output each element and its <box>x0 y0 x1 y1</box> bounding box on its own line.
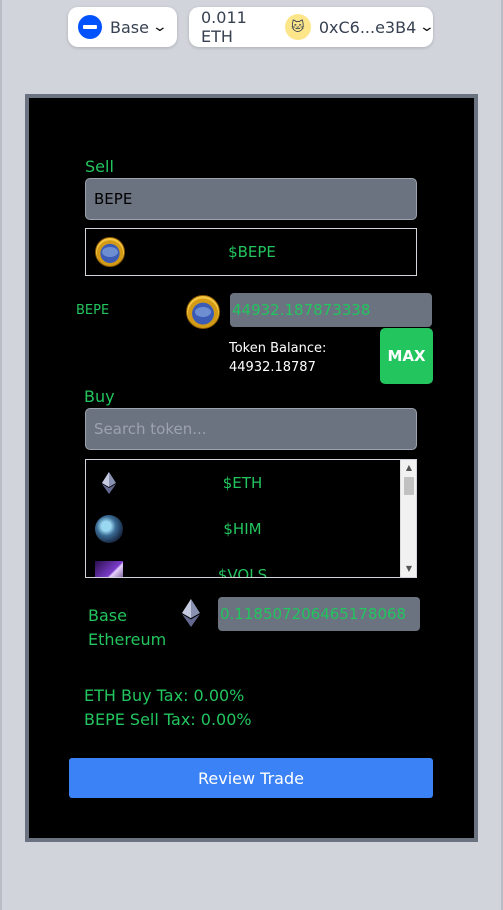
token-balance-label: Token Balance: <box>229 341 327 356</box>
wallet-button[interactable]: 0.011 ETH 🐱 0xC6...e3B4 ⌄ <box>189 7 436 47</box>
buy-label: Buy <box>84 387 115 406</box>
list-item[interactable]: $ETH <box>86 460 399 506</box>
token-symbol: $HIM <box>223 520 262 538</box>
sell-search-input[interactable]: BEPE <box>85 178 417 220</box>
list-item[interactable]: $VOLS <box>86 552 399 578</box>
max-button[interactable]: MAX <box>380 328 433 384</box>
token-symbol: $ETH <box>222 474 263 492</box>
chevron-down-icon: ⌄ <box>418 19 436 35</box>
ethereum-icon <box>182 599 200 627</box>
list-item[interactable]: $HIM <box>86 506 399 552</box>
chevron-down-icon: ⌄ <box>151 19 169 35</box>
chain-label: Base <box>110 17 149 37</box>
wallet-address: 0xC6...e3B4 <box>318 17 417 37</box>
token-balance-value: 44932.18787 <box>229 360 316 375</box>
buy-token-name-line2: Ethereum <box>88 630 167 649</box>
buy-token-name-line1: Base <box>88 606 127 625</box>
base-chain-icon <box>78 15 102 39</box>
sell-selected-token-symbol: $BEPE <box>228 243 276 261</box>
sell-amount-input[interactable]: 44932.187873338 <box>230 293 432 327</box>
swap-card: Sell BEPE $BEPE BEPE 44932.187873338 Tok… <box>25 94 478 842</box>
review-trade-button[interactable]: Review Trade <box>69 758 433 798</box>
sell-amount-value: 44932.187873338 <box>232 301 371 319</box>
sell-selected-token[interactable]: $BEPE <box>85 228 417 276</box>
token-symbol: $VOLS <box>217 566 268 578</box>
buy-search-placeholder: Search token... <box>94 420 207 438</box>
buy-amount-input[interactable]: 0.118507206465178068 <box>218 597 420 631</box>
buy-token-list[interactable]: $ETH $HIM $VOLS ▲ ▼ <box>85 459 417 578</box>
wallet-balance: 0.011 ETH <box>201 8 247 46</box>
sell-tax: BEPE Sell Tax: 0.00% <box>84 710 252 729</box>
sell-search-value: BEPE <box>94 190 133 208</box>
scroll-thumb[interactable] <box>404 477 414 495</box>
tax-info: ETH Buy Tax: 0.00% BEPE Sell Tax: 0.00% <box>84 684 252 732</box>
bepe-token-icon <box>186 295 220 329</box>
frame-left-edge <box>0 0 2 910</box>
buy-token-name: Base Ethereum <box>88 604 166 652</box>
token-list-scrollbar[interactable]: ▲ ▼ <box>400 460 416 577</box>
token-balance: Token Balance: 44932.18787 <box>229 339 326 377</box>
buy-amount-value: 0.118507206465178068 <box>220 605 407 623</box>
sell-label: Sell <box>85 157 114 176</box>
buy-search-input[interactable]: Search token... <box>85 408 417 450</box>
scroll-down-arrow-icon[interactable]: ▼ <box>401 563 416 575</box>
sell-token-name: BEPE <box>76 303 110 318</box>
chain-selector[interactable]: Base ⌄ <box>68 7 177 47</box>
cat-avatar-icon: 🐱 <box>284 14 311 40</box>
scroll-up-arrow-icon[interactable]: ▲ <box>401 462 416 474</box>
buy-tax: ETH Buy Tax: 0.00% <box>84 686 245 705</box>
